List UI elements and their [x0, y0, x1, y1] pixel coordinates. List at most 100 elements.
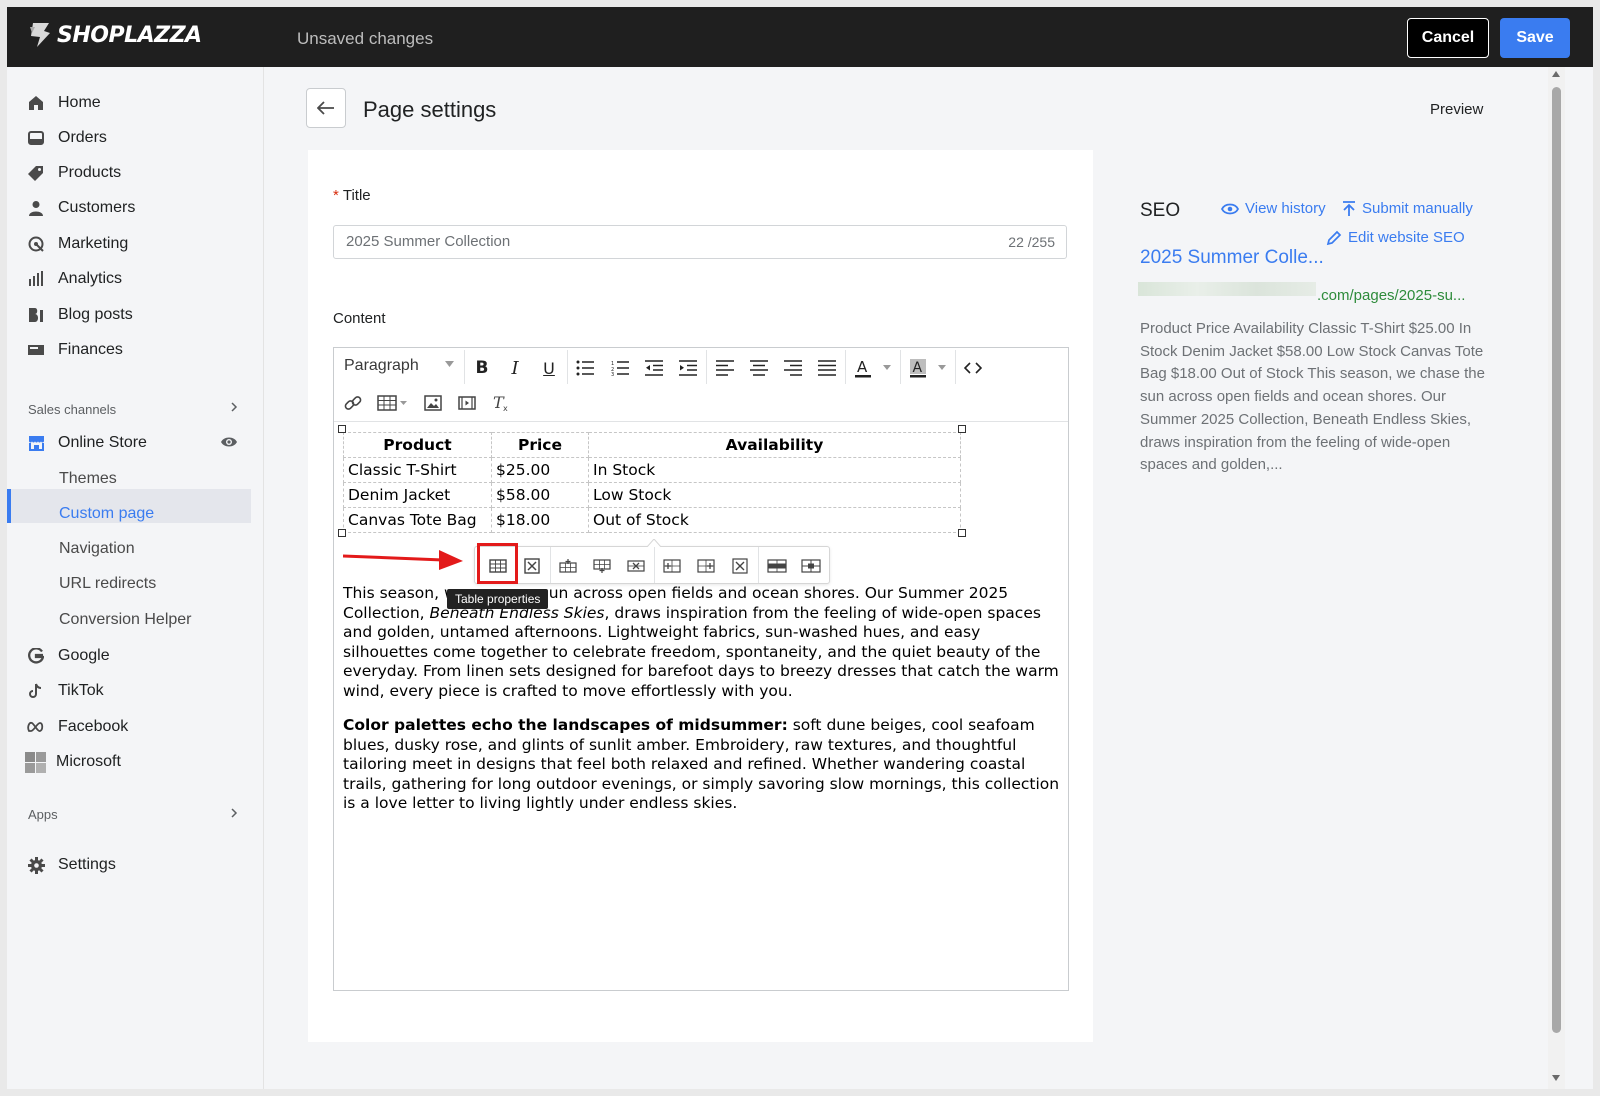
back-button[interactable] — [306, 88, 346, 128]
sidebar-item-home[interactable]: Home — [27, 89, 101, 117]
sidebar-item-label: Blog posts — [58, 306, 133, 323]
sidebar-item-orders[interactable]: Orders — [27, 124, 107, 152]
bold-button[interactable]: B — [471, 357, 493, 379]
sidebar-item-products[interactable]: Products — [27, 159, 121, 187]
align-center-button[interactable] — [748, 357, 770, 379]
cancel-button[interactable]: Cancel — [1407, 18, 1489, 58]
resize-handle-bottom-right[interactable] — [958, 529, 966, 537]
sidebar-item-marketing[interactable]: Marketing — [27, 230, 128, 258]
scroll-down-arrow-icon[interactable] — [1552, 1075, 1560, 1081]
scroll-thumb[interactable] — [1552, 87, 1561, 1033]
table-header-cell[interactable]: Availability — [588, 432, 961, 458]
sidebar-sub-themes[interactable]: Themes — [59, 470, 117, 488]
insert-row-before-button[interactable] — [557, 555, 579, 577]
table-cell[interactable]: $18.00 — [491, 507, 589, 533]
active-item-indicator — [7, 489, 11, 523]
table-header-cell[interactable]: Price — [491, 432, 589, 458]
align-right-button[interactable] — [782, 357, 804, 379]
edit-website-seo-link[interactable]: Edit website SEO — [1326, 229, 1465, 246]
outdent-button[interactable] — [643, 357, 665, 379]
insert-column-after-icon — [697, 559, 715, 573]
svg-text:A: A — [913, 360, 923, 376]
table-cell[interactable]: Out of Stock — [588, 507, 961, 533]
submit-manually-link[interactable]: Submit manually — [1342, 200, 1473, 217]
align-left-button[interactable] — [714, 357, 736, 379]
underline-button[interactable]: U — [538, 357, 560, 379]
edit-seo-label: Edit website SEO — [1348, 229, 1465, 246]
insert-table-button[interactable] — [376, 392, 398, 414]
clear-formatting-button[interactable]: Tx — [490, 392, 512, 414]
sidebar-sub-custom-page[interactable]: Custom page — [59, 505, 154, 523]
insert-image-button[interactable] — [422, 392, 444, 414]
resize-handle-top-left[interactable] — [338, 425, 346, 433]
italic-button[interactable]: I — [504, 357, 526, 379]
insert-media-button[interactable] — [456, 392, 478, 414]
clear-format-icon: Tx — [493, 394, 508, 412]
title-input[interactable] — [346, 233, 946, 250]
table-cell[interactable]: $25.00 — [491, 457, 589, 483]
seo-preview-url: .com/pages/2025-su... — [1317, 287, 1466, 304]
insert-row-after-button[interactable] — [591, 555, 613, 577]
table-cell[interactable]: Classic T-Shirt — [343, 457, 492, 483]
delete-table-button[interactable] — [521, 555, 543, 577]
chevron-down-icon[interactable] — [938, 365, 946, 370]
table-cell[interactable]: $58.00 — [491, 482, 589, 508]
table-header-cell[interactable]: Product — [343, 432, 492, 458]
delete-column-button[interactable] — [729, 555, 751, 577]
sidebar-item-finances[interactable]: Finances — [27, 336, 123, 364]
marketing-icon — [27, 235, 45, 253]
page-scrollbar[interactable] — [1548, 67, 1565, 1089]
block-format-select[interactable]: Paragraph — [344, 357, 419, 375]
sidebar-item-google[interactable]: Google — [27, 642, 110, 670]
eye-icon[interactable] — [220, 435, 238, 449]
title-label: * Title — [333, 187, 371, 204]
link-button[interactable] — [342, 392, 364, 414]
popup-pointer — [647, 539, 661, 547]
table-cell[interactable]: In Stock — [588, 457, 961, 483]
view-history-link[interactable]: View history — [1221, 200, 1326, 217]
table-cell[interactable]: Canvas Tote Bag — [343, 507, 492, 533]
sidebar-item-customers[interactable]: Customers — [27, 194, 135, 222]
insert-column-before-button[interactable] — [661, 555, 683, 577]
sidebar-item-microsoft[interactable]: Microsoft — [25, 748, 121, 776]
numbered-list-button[interactable]: 123 — [609, 357, 631, 379]
table-cell[interactable]: Denim Jacket — [343, 482, 492, 508]
scroll-up-arrow-icon[interactable] — [1552, 71, 1560, 77]
chevron-right-icon[interactable] — [229, 402, 239, 412]
chevron-down-icon[interactable] — [445, 361, 454, 367]
indent-button[interactable] — [677, 357, 699, 379]
insert-column-after-button[interactable] — [695, 555, 717, 577]
delete-row-button[interactable] — [625, 555, 647, 577]
align-justify-icon — [818, 360, 836, 376]
chevron-down-icon[interactable] — [883, 365, 891, 370]
shoplazza-logo[interactable]: SHOPLAZZA — [27, 21, 202, 49]
sidebar-item-online-store[interactable]: Online Store — [27, 429, 147, 457]
sidebar-sub-conversion-helper[interactable]: Conversion Helper — [59, 611, 192, 629]
preview-link[interactable]: Preview — [1430, 101, 1483, 118]
highlight-color-button[interactable]: A — [907, 357, 929, 379]
resize-handle-top-right[interactable] — [958, 425, 966, 433]
sidebar-item-blog-posts[interactable]: Blog posts — [27, 301, 133, 329]
title-field[interactable]: 22 /255 — [333, 225, 1067, 259]
sidebar-item-analytics[interactable]: Analytics — [27, 265, 122, 293]
split-cell-button[interactable] — [800, 555, 822, 577]
chevron-right-icon[interactable] — [229, 808, 239, 818]
chevron-down-icon[interactable] — [400, 401, 407, 405]
content-table[interactable]: Product Price Availability Classic T-Shi… — [343, 432, 961, 533]
table-cell[interactable]: Low Stock — [588, 482, 961, 508]
video-icon — [458, 396, 476, 410]
resize-handle-bottom-left[interactable] — [338, 529, 346, 537]
content-paragraph-2[interactable]: Color palettes echo the landscapes of mi… — [343, 716, 1063, 814]
sidebar-sub-navigation[interactable]: Navigation — [59, 540, 135, 558]
sidebar-item-tiktok[interactable]: TikTok — [27, 677, 104, 705]
sidebar-item-facebook[interactable]: Facebook — [27, 713, 128, 741]
source-code-button[interactable] — [962, 357, 984, 379]
bullet-list-button[interactable] — [574, 357, 596, 379]
sidebar-item-label: Facebook — [58, 718, 129, 735]
text-color-button[interactable]: A — [852, 357, 874, 379]
save-button[interactable]: Save — [1500, 18, 1570, 58]
merge-cells-button[interactable] — [766, 555, 788, 577]
sidebar-sub-url-redirects[interactable]: URL redirects — [59, 575, 156, 593]
sidebar-item-settings[interactable]: Settings — [27, 851, 116, 879]
align-justify-button[interactable] — [816, 357, 838, 379]
